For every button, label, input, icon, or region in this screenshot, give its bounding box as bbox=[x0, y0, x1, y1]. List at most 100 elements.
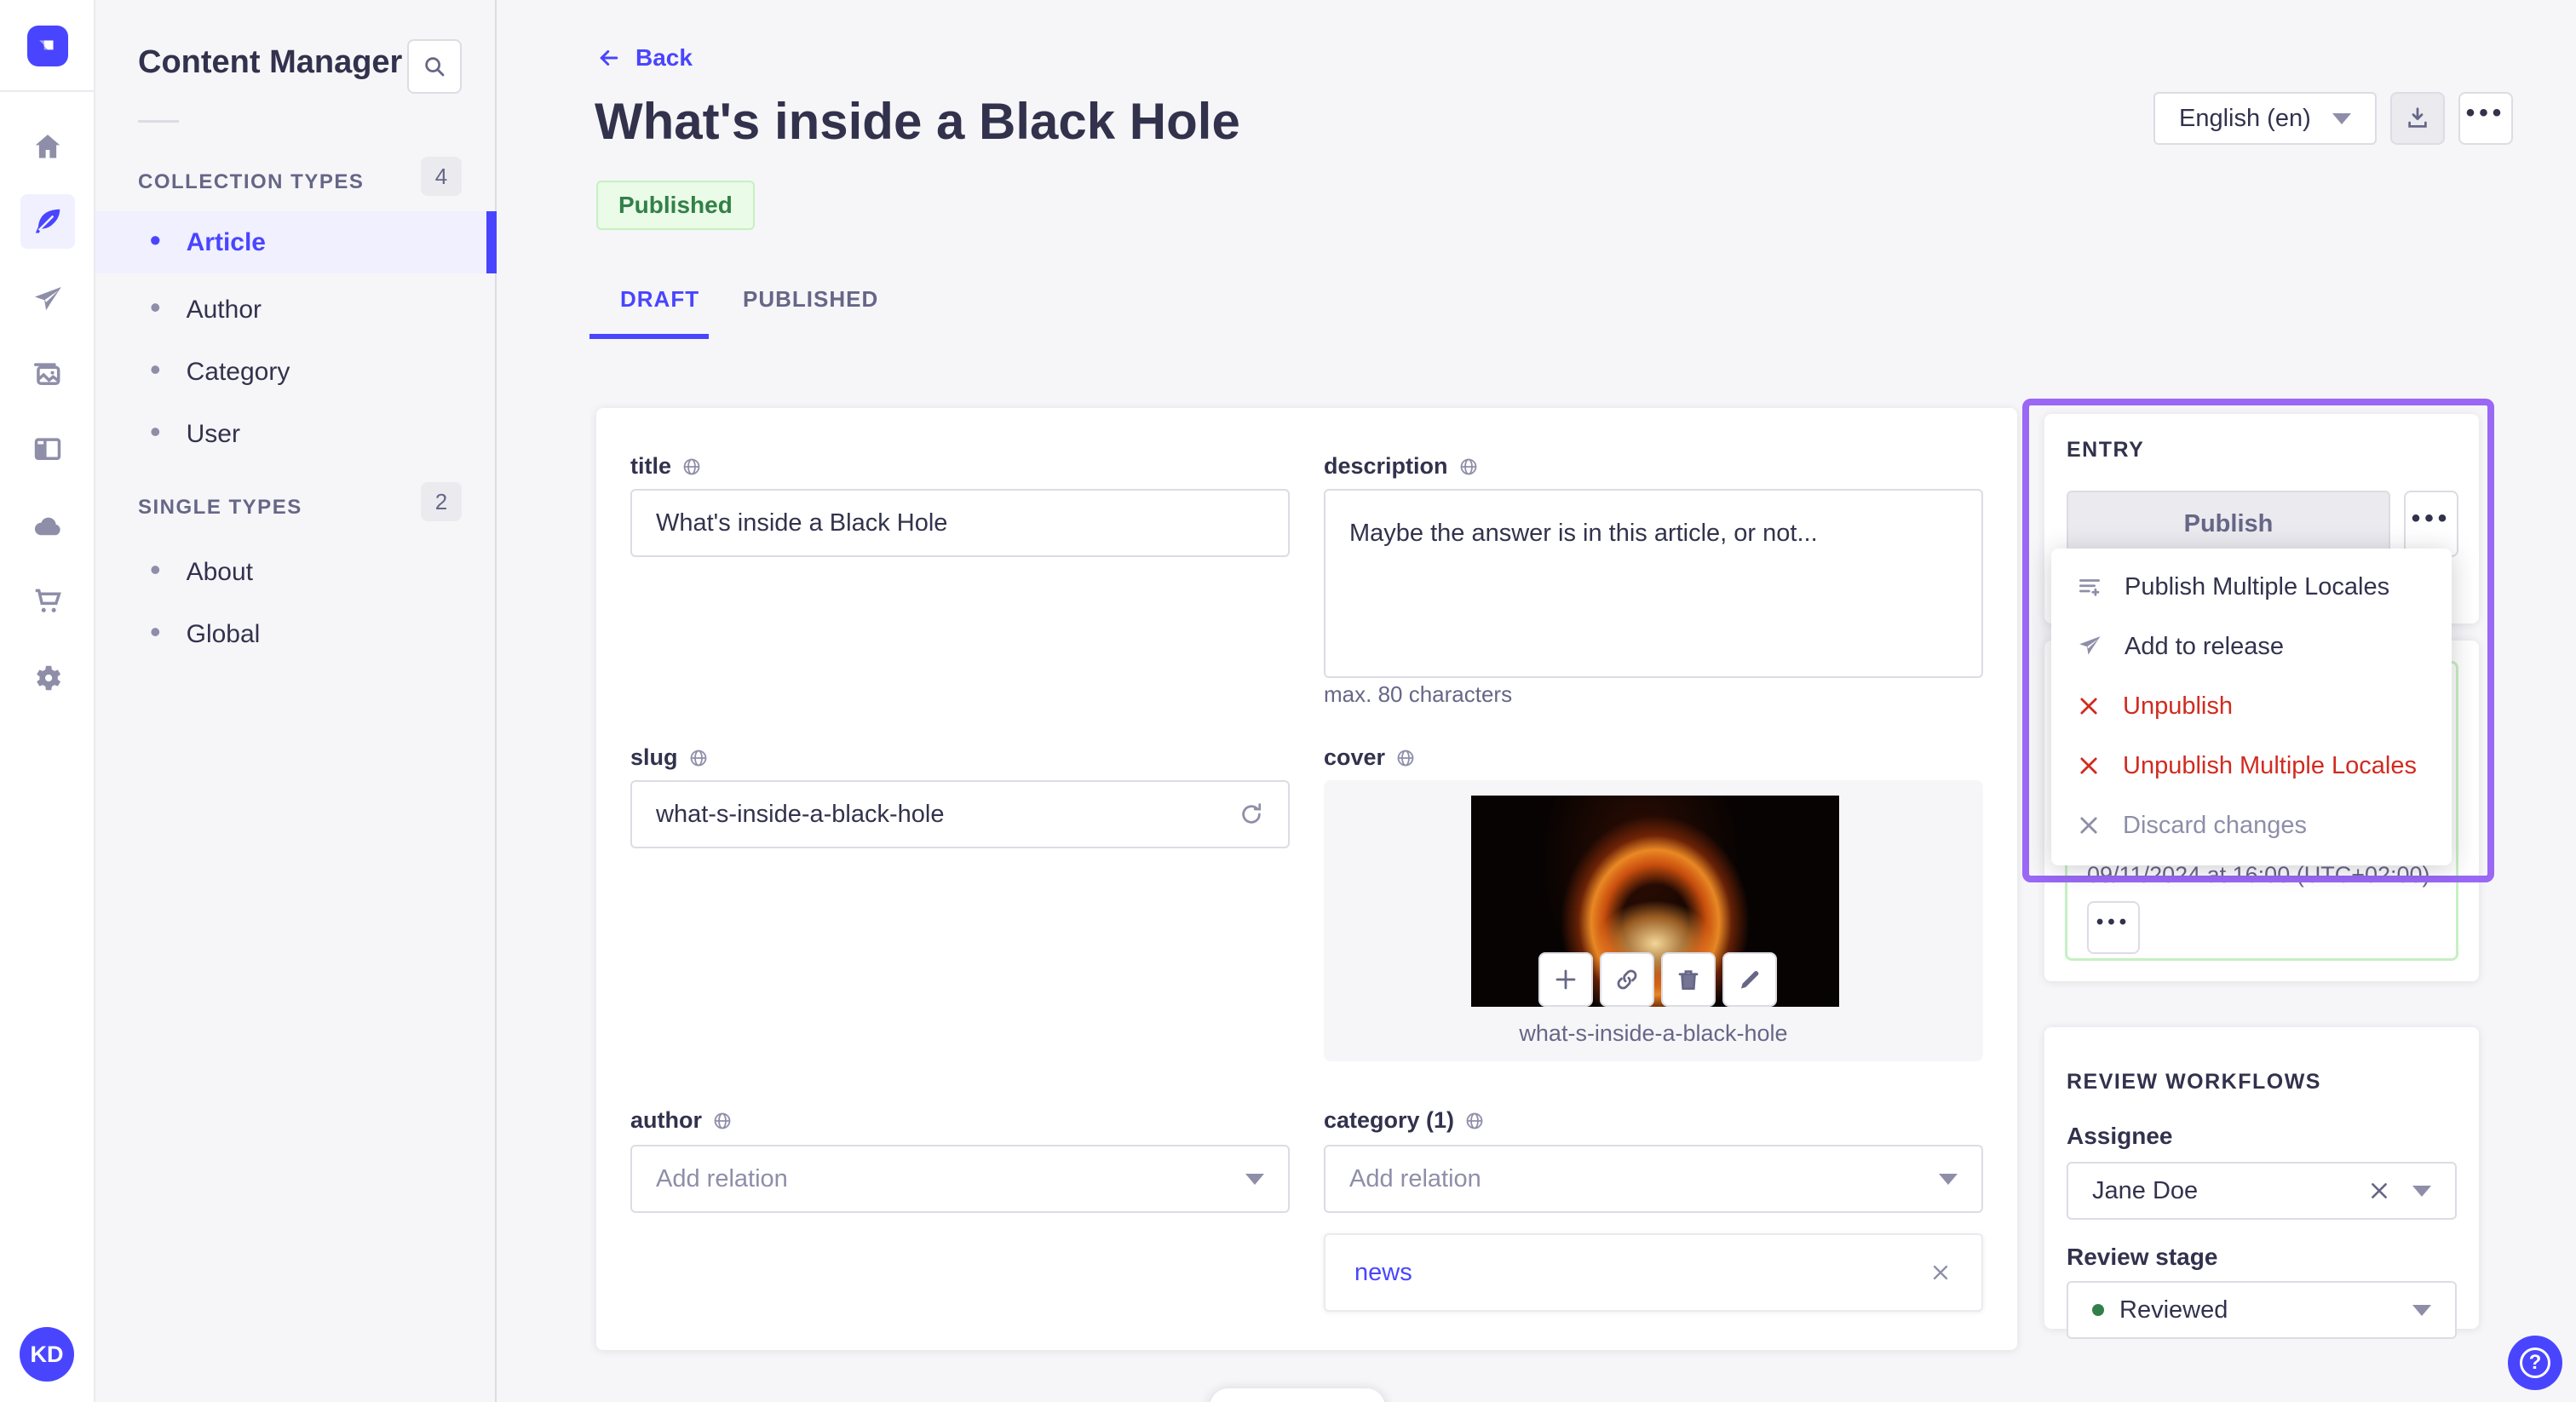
field-label-slug: slug bbox=[630, 744, 709, 771]
entry-heading: ENTRY bbox=[2067, 438, 2145, 462]
field-label-text: author bbox=[630, 1107, 702, 1133]
field-label-cover: cover bbox=[1324, 744, 1416, 771]
floating-action-bar bbox=[1210, 1388, 1385, 1402]
ellipsis-icon: ••• bbox=[2411, 504, 2452, 532]
nav-home[interactable] bbox=[20, 119, 75, 174]
field-label-title: title bbox=[630, 453, 702, 480]
globe-icon bbox=[683, 458, 700, 474]
menu-item-label: Unpublish bbox=[2123, 692, 2233, 720]
locale-value: English (en) bbox=[2179, 104, 2311, 132]
back-link[interactable]: Back bbox=[596, 44, 693, 72]
link-icon bbox=[1617, 969, 1637, 990]
cover-actions bbox=[1538, 952, 1777, 1007]
nav-content-manager[interactable] bbox=[20, 194, 75, 249]
page-title: What's inside a Black Hole bbox=[595, 93, 1240, 150]
locale-select[interactable]: English (en) bbox=[2153, 92, 2377, 145]
bullet-icon: • bbox=[150, 351, 161, 387]
bullet-icon: • bbox=[150, 551, 161, 587]
nav-deploy-cloud[interactable] bbox=[20, 499, 75, 554]
tab-draft[interactable]: DRAFT bbox=[620, 286, 699, 313]
ellipsis-icon: ••• bbox=[2096, 911, 2131, 934]
publish-button[interactable]: Publish bbox=[2067, 491, 2390, 557]
media-library-icon bbox=[34, 363, 60, 386]
plus-icon bbox=[1555, 969, 1576, 990]
author-relation-select[interactable]: Add relation bbox=[630, 1145, 1290, 1213]
nav-content-type-builder[interactable] bbox=[20, 422, 75, 477]
avatar[interactable]: KD bbox=[20, 1327, 74, 1382]
clear-assignee-icon[interactable] bbox=[2368, 1180, 2390, 1202]
bullet-icon: • bbox=[150, 221, 161, 257]
regenerate-icon[interactable] bbox=[1239, 802, 1264, 827]
chevron-down-icon bbox=[1939, 1173, 1958, 1185]
cover-edit-button[interactable] bbox=[1722, 952, 1777, 1007]
menu-item-publish-multiple-locales[interactable]: Publish Multiple Locales bbox=[2051, 557, 2452, 617]
title-input-field[interactable] bbox=[656, 509, 1264, 537]
question-icon: ? bbox=[2520, 1347, 2550, 1378]
bullet-icon: • bbox=[150, 613, 161, 649]
entry-more-button[interactable]: ••• bbox=[2404, 491, 2458, 557]
description-helper: max. 80 characters bbox=[1324, 681, 1513, 707]
menu-item-unpublish-multiple-locales[interactable]: Unpublish Multiple Locales bbox=[2051, 736, 2452, 796]
title-input[interactable] bbox=[630, 489, 1290, 557]
tab-published[interactable]: PUBLISHED bbox=[743, 286, 878, 313]
sidebar-item-article[interactable]: • Article bbox=[95, 211, 497, 273]
cover-add-button[interactable] bbox=[1538, 952, 1593, 1007]
ellipsis-icon: ••• bbox=[2465, 99, 2506, 127]
field-label-author: author bbox=[630, 1107, 733, 1134]
cross-icon bbox=[2080, 698, 2097, 715]
sidebar-item-label: Author bbox=[186, 295, 262, 324]
slug-input-field[interactable] bbox=[656, 800, 1239, 829]
help-button[interactable]: ? bbox=[2508, 1336, 2562, 1390]
sidebar-item-label: Global bbox=[186, 619, 261, 648]
field-label-text: title bbox=[630, 453, 672, 479]
nav-releases[interactable] bbox=[20, 273, 75, 327]
assignee-select[interactable]: Jane Doe bbox=[2067, 1162, 2457, 1220]
assignee-value: Jane Doe bbox=[2092, 1176, 2199, 1204]
back-label: Back bbox=[635, 44, 693, 71]
menu-item-discard-changes[interactable]: Discard changes bbox=[2051, 796, 2452, 855]
chevron-down-icon bbox=[2412, 1304, 2431, 1316]
cover-copy-link-button[interactable] bbox=[1600, 952, 1654, 1007]
sidebar-item-author[interactable]: • Author bbox=[95, 279, 497, 341]
sidebar-item-label: Category bbox=[186, 357, 290, 386]
bullet-icon: • bbox=[150, 289, 161, 325]
download-icon bbox=[2408, 107, 2427, 128]
menu-item-unpublish[interactable]: Unpublish bbox=[2051, 676, 2452, 736]
globe-icon bbox=[714, 1112, 731, 1129]
description-textarea[interactable]: Maybe the answer is in this article, or … bbox=[1324, 489, 1983, 678]
active-item-indicator bbox=[486, 211, 497, 273]
section-single-types: SINGLE TYPES bbox=[138, 496, 302, 519]
slug-input[interactable] bbox=[630, 780, 1290, 848]
sidebar bbox=[95, 0, 497, 1402]
strapi-logo[interactable] bbox=[27, 26, 68, 66]
list-plus-icon bbox=[2079, 579, 2100, 596]
globe-icon bbox=[1466, 1112, 1483, 1129]
remove-tag-icon[interactable] bbox=[1929, 1261, 1952, 1284]
field-label-text: slug bbox=[630, 744, 678, 770]
sidebar-item-label: About bbox=[186, 557, 254, 586]
menu-item-add-to-release[interactable]: Add to release bbox=[2051, 617, 2452, 676]
search-button[interactable] bbox=[407, 39, 462, 94]
sidebar-item-category[interactable]: • Category bbox=[95, 341, 497, 403]
app-root: KD Content Manager COLLECTION TYPES 4 • … bbox=[0, 0, 2576, 1402]
nav-settings[interactable] bbox=[20, 651, 75, 705]
category-tag-link[interactable]: news bbox=[1354, 1259, 1412, 1287]
sidebar-item-global[interactable]: • Global bbox=[95, 603, 497, 665]
category-relation-select[interactable]: Add relation bbox=[1324, 1145, 1983, 1213]
sidebar-item-about[interactable]: • About bbox=[95, 541, 497, 603]
send-icon bbox=[2079, 636, 2101, 655]
cross-icon bbox=[2080, 817, 2097, 834]
cover-delete-button[interactable] bbox=[1661, 952, 1716, 1007]
header-more-button[interactable]: ••• bbox=[2458, 92, 2513, 145]
home-icon bbox=[35, 135, 60, 158]
release-more-button[interactable]: ••• bbox=[2087, 901, 2140, 954]
sidebar-item-user[interactable]: • User bbox=[95, 403, 497, 465]
export-button[interactable] bbox=[2390, 92, 2445, 145]
gear-icon bbox=[37, 665, 61, 691]
sidebar-title: Content Manager bbox=[138, 44, 403, 80]
cloud-icon bbox=[34, 517, 60, 536]
menu-item-label: Discard changes bbox=[2123, 811, 2307, 839]
review-stage-select[interactable]: Reviewed bbox=[2067, 1281, 2457, 1339]
nav-marketplace[interactable] bbox=[20, 574, 75, 629]
nav-media-library[interactable] bbox=[20, 348, 75, 402]
